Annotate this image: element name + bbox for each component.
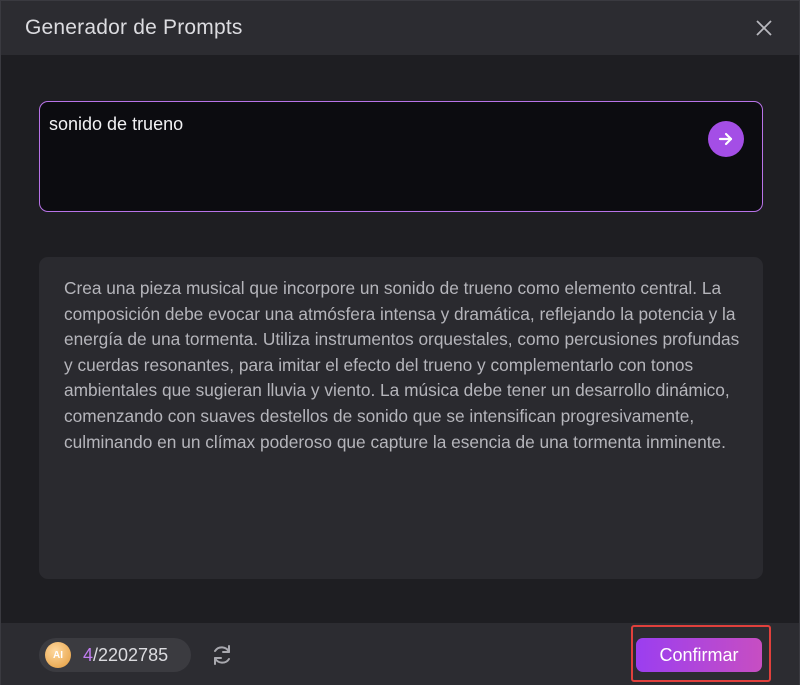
generated-prompt-text: Crea una pieza musical que incorpore un … [64, 278, 740, 452]
refresh-icon[interactable] [209, 642, 235, 668]
arrow-right-icon [718, 132, 733, 146]
close-icon[interactable] [751, 15, 777, 41]
credits-total: /2202785 [93, 645, 169, 665]
credits-badge: AI 4/2202785 [39, 638, 191, 672]
ai-coin-icon: AI [45, 642, 71, 668]
credit-count: 4/2202785 [83, 645, 168, 666]
title-bar: Generador de Prompts [1, 1, 799, 55]
prompt-generator-dialog: Generador de Prompts Crea una pieza musi… [0, 0, 800, 685]
prompt-input-box[interactable] [39, 101, 763, 212]
generated-prompt-box: Crea una pieza musical que incorpore un … [39, 257, 763, 579]
prompt-input[interactable] [49, 114, 689, 135]
dialog-footer: AI 4/2202785 Confirmar [1, 623, 799, 685]
credits-used: 4 [83, 645, 94, 665]
dialog-title: Generador de Prompts [25, 16, 243, 39]
send-button[interactable] [708, 121, 744, 157]
confirm-button[interactable]: Confirmar [636, 638, 762, 672]
